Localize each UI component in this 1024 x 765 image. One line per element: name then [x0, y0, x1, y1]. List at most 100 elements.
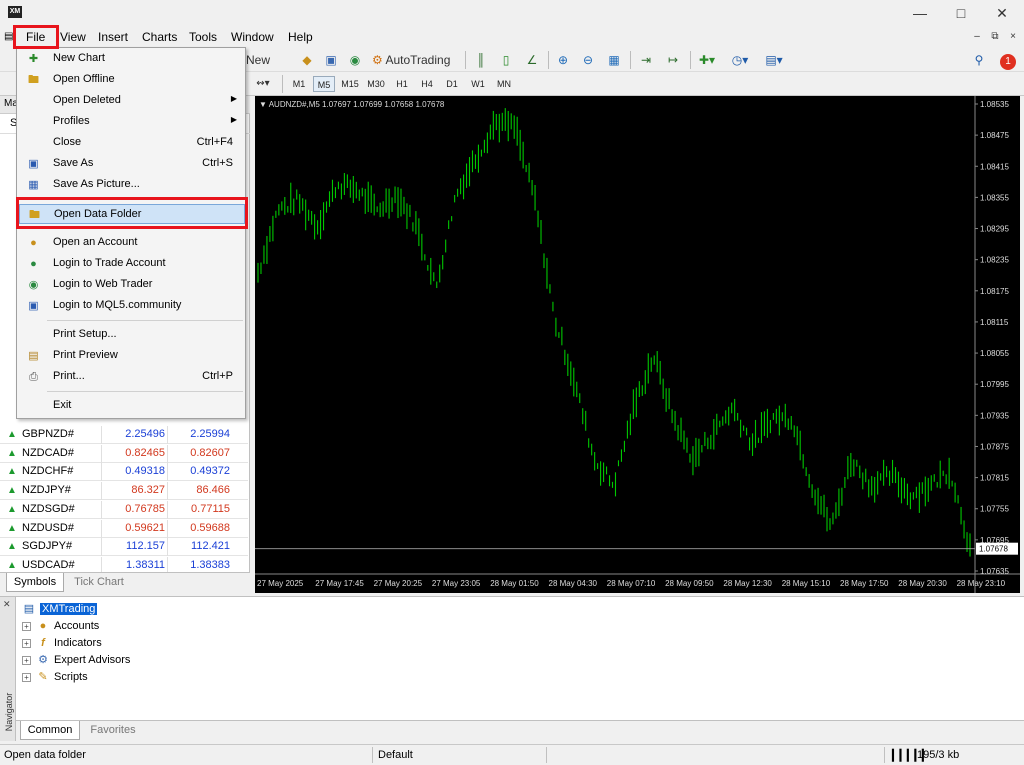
mdi-minimize-button[interactable]: – [970, 30, 984, 44]
menu-item-open-deleted[interactable]: Open Deleted ▶ [19, 91, 245, 111]
menu-item-open-offline[interactable]: 🖿 Open Offline [19, 70, 245, 90]
price-chart[interactable]: 1.08535 1.08475 1.08415 1.08355 1.08295 1.082… [255, 96, 1020, 593]
chart-shift-icon[interactable]: ↦ [664, 51, 682, 69]
market-watch-row[interactable]: ▲ NZDCHF# 0.49318 0.49372 [0, 463, 248, 482]
navigator-accounts[interactable]: + ● Accounts [22, 618, 99, 634]
menu-item-login-to-mql5-community[interactable]: ▣ Login to MQL5.community [19, 296, 245, 316]
time-axis-label: 28 May 09:50 [665, 579, 714, 588]
menu-item-open-an-account[interactable]: ● Open an Account [19, 233, 245, 253]
timeframe-d1[interactable]: D1 [441, 76, 463, 92]
bid-price: 0.59621 [125, 521, 165, 534]
market-watch-row[interactable]: ▲ GBPNZD# 2.25496 2.25994 [0, 426, 248, 444]
bid-price: 1.38311 [126, 558, 165, 571]
app-logo-icon: XM [8, 6, 22, 18]
gold-icon[interactable]: ◆ [298, 51, 316, 69]
time-axis-label: 28 May 23:10 [957, 579, 1006, 588]
menu-item-login-to-web-trader[interactable]: ◉ Login to Web Trader [19, 275, 245, 295]
market-watch-row[interactable]: ▲ SGDJPY# 112.157 112.421 [0, 538, 248, 557]
line-chart-icon[interactable]: ∠ [523, 51, 541, 69]
signals-icon[interactable]: ◉ [346, 51, 364, 69]
minimize-button[interactable]: — [905, 3, 935, 23]
timeframe-mn[interactable]: MN [492, 76, 516, 92]
column-divider [101, 482, 102, 501]
symbol-name: GBPNZD# [22, 428, 74, 440]
navigator-close-icon[interactable]: ✕ [3, 599, 11, 610]
autoscroll-icon[interactable]: ⇥ [637, 51, 655, 69]
menu-insert[interactable]: Insert [98, 29, 128, 45]
menu-item-new-chart[interactable]: ✚ New Chart [19, 49, 245, 69]
timeframe-h4[interactable]: H4 [416, 76, 438, 92]
tile-windows-icon[interactable]: ▦ [605, 51, 623, 69]
tab-symbols[interactable]: Symbols [6, 573, 64, 592]
toolbar-separator [690, 51, 691, 69]
templates-dropdown-icon[interactable]: ▤▾ [760, 51, 788, 69]
timeframe-m15[interactable]: M15 [338, 76, 362, 92]
chart-info-text: AUDNZD#,M5 1.07697 1.07699 1.07658 1.076… [268, 100, 445, 109]
line-studies-dropdown-icon[interactable]: ↭▾ [252, 75, 274, 93]
menu-charts[interactable]: Charts [142, 29, 177, 45]
expert-advisors-label: Expert Advisors [54, 654, 131, 666]
menu-item-print-preview[interactable]: ▤ Print Preview [19, 346, 245, 366]
bar-chart-icon[interactable]: ║ [472, 51, 490, 69]
candlestick-icon[interactable]: ▯ [497, 51, 515, 69]
timeframe-h1[interactable]: H1 [391, 76, 413, 92]
expand-icon[interactable]: + [22, 621, 31, 631]
menu-item-exit[interactable]: Exit [19, 396, 245, 416]
expand-icon[interactable]: + [22, 655, 31, 665]
scripts-label: Scripts [54, 671, 88, 683]
account-icon: ● [30, 237, 37, 249]
expand-icon[interactable]: + [22, 672, 31, 682]
folder-icon: 🖿 [28, 74, 39, 86]
indicators-dropdown-icon[interactable]: ✚▾ [695, 51, 719, 69]
autotrading-button[interactable]: ⚙ AutoTrading [372, 51, 458, 69]
navigator-expert-advisors[interactable]: + ⚙ Expert Advisors [22, 652, 130, 668]
menu-item-save-as-picture[interactable]: ▦ Save As Picture... [19, 175, 245, 195]
timeframe-m1[interactable]: M1 [288, 76, 310, 92]
navigator-root[interactable]: ▤ XMTrading [22, 601, 98, 617]
new-order-button[interactable]: New Order [246, 51, 292, 85]
terminal-icon: ▤ [23, 603, 35, 616]
tab-common[interactable]: Common [20, 721, 80, 740]
menu-item-login-to-trade-account[interactable]: ● Login to Trade Account [19, 254, 245, 274]
tab-favorites[interactable]: Favorites [82, 721, 144, 740]
menu-view[interactable]: View [60, 29, 86, 45]
timeframe-w1[interactable]: W1 [467, 76, 489, 92]
market-icon[interactable]: ▣ [322, 51, 340, 69]
time-axis-label: 27 May 20:25 [374, 579, 423, 588]
navigator-indicators[interactable]: + f Indicators [22, 635, 102, 651]
menu-item-close[interactable]: Close Ctrl+F4 [19, 133, 245, 153]
periods-dropdown-icon[interactable]: ◷▾ [727, 51, 753, 69]
menu-item-save-as[interactable]: ▣ Save As Ctrl+S [19, 154, 245, 174]
market-watch-row[interactable]: ▲ NZDSGD# 0.76785 0.77115 [0, 500, 248, 519]
search-icon[interactable]: ⚲ [970, 51, 988, 69]
menu-window[interactable]: Window [231, 29, 274, 45]
menu-help[interactable]: Help [288, 29, 313, 45]
market-watch-row[interactable]: ▲ NZDUSD# 0.59621 0.59688 [0, 519, 248, 538]
market-watch-row[interactable]: ▲ NZDCAD# 0.82465 0.82607 [0, 444, 248, 463]
menu-item-label: Exit [53, 399, 72, 411]
toolbar-separator [282, 75, 283, 93]
navigator-scripts[interactable]: + ✎ Scripts [22, 669, 88, 685]
mdi-close-button[interactable]: × [1006, 30, 1020, 44]
up-arrow-icon: ▲ [7, 541, 17, 553]
menu-item-print[interactable]: ⎙ Print... Ctrl+P [19, 367, 245, 387]
tab-tick-chart[interactable]: Tick Chart [66, 573, 132, 592]
chart-window[interactable]: 1.08535 1.08475 1.08415 1.08355 1.08295 1.082… [255, 96, 1020, 593]
menu-tools[interactable]: Tools [189, 29, 217, 45]
menu-item-profiles[interactable]: Profiles ▶ [19, 112, 245, 132]
maximize-button[interactable]: □ [946, 3, 976, 23]
close-window-button[interactable]: ✕ [987, 3, 1017, 23]
timeframe-m5[interactable]: M5 [313, 76, 335, 92]
zoom-out-icon[interactable]: ⊖ [579, 51, 597, 69]
column-divider [167, 500, 168, 519]
notifications-icon[interactable]: 1 [997, 51, 1019, 70]
timeframe-m30[interactable]: M30 [364, 76, 388, 92]
expand-icon[interactable]: + [22, 638, 31, 648]
zoom-in-icon[interactable]: ⊕ [554, 51, 572, 69]
status-bar: Open data folder Default ▎▎▎▎▎ 195/3 kb [0, 744, 1024, 765]
menu-item-shortcut: Ctrl+F4 [196, 136, 233, 148]
menu-item-print-setup[interactable]: Print Setup... [19, 325, 245, 345]
ask-price: 0.49372 [190, 465, 230, 478]
mdi-restore-button[interactable]: ⧉ [988, 30, 1002, 44]
market-watch-row[interactable]: ▲ NZDJPY# 86.327 86.466 [0, 482, 248, 501]
